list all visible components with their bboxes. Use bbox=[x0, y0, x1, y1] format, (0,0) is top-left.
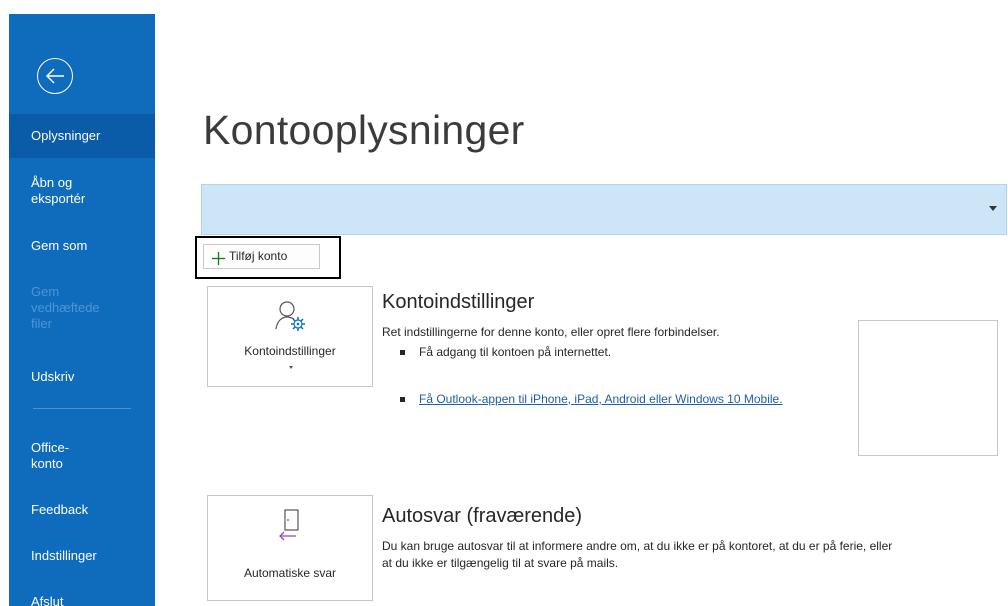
backstage-sidebar: Oplysninger Åbn og eksportér Gem som Gem… bbox=[9, 14, 155, 606]
auto-reply-description-line1: Du kan bruge autosvar til at informere a… bbox=[382, 539, 893, 553]
add-account-button[interactable]: Tilføj konto bbox=[203, 244, 320, 269]
person-gear-icon bbox=[274, 299, 308, 336]
sidebar-item-open-export[interactable]: Åbn og eksportér bbox=[9, 175, 155, 207]
caret-down-icon bbox=[289, 366, 293, 369]
sidebar-item-oplysninger[interactable]: Oplysninger bbox=[9, 114, 155, 158]
bullet-icon bbox=[400, 350, 405, 355]
add-account-highlight: Tilføj konto bbox=[195, 236, 341, 279]
sidebar-divider bbox=[33, 408, 131, 409]
sidebar-item-save-attachments: Gem vedhæftede filer bbox=[31, 284, 100, 331]
sidebar-item-print[interactable]: Udskriv bbox=[9, 369, 155, 385]
sidebar-item-feedback[interactable]: Feedback bbox=[9, 502, 155, 518]
account-select-dropdown[interactable] bbox=[201, 184, 1007, 235]
bullet-icon bbox=[400, 397, 405, 402]
auto-reply-tile[interactable]: Automatiske svar bbox=[207, 495, 373, 601]
qr-code-image bbox=[858, 320, 998, 456]
auto-reply-tile-label: Automatiske svar bbox=[243, 566, 337, 580]
sidebar-item-options[interactable]: Indstillinger bbox=[9, 548, 155, 564]
outlook-app-link[interactable]: Få Outlook-appen til iPhone, iPad, Andro… bbox=[419, 392, 783, 406]
door-arrow-icon bbox=[274, 506, 308, 545]
account-settings-title: Kontoindstillinger bbox=[382, 291, 535, 313]
account-settings-tile-label: Kontoindstillinger bbox=[244, 344, 336, 358]
auto-reply-title: Autosvar (fraværende) bbox=[382, 505, 583, 527]
sidebar-item-exit[interactable]: Afslut bbox=[9, 594, 155, 606]
add-account-label: Tilføj konto bbox=[229, 249, 288, 263]
chevron-down-icon bbox=[989, 206, 997, 211]
account-settings-tile[interactable]: Kontoindstillinger bbox=[207, 286, 373, 387]
page-title: Kontooplysninger bbox=[203, 107, 525, 153]
back-arrow-icon[interactable] bbox=[37, 58, 73, 94]
auto-reply-description-line2: at du ikke er tilgængelig til at svare p… bbox=[382, 556, 619, 570]
sidebar-item-office-account[interactable]: Office- konto bbox=[9, 440, 155, 472]
sidebar-item-save-as[interactable]: Gem som bbox=[9, 238, 155, 254]
plus-icon bbox=[212, 250, 225, 273]
account-settings-description: Ret indstillingerne for denne konto, ell… bbox=[382, 325, 720, 339]
